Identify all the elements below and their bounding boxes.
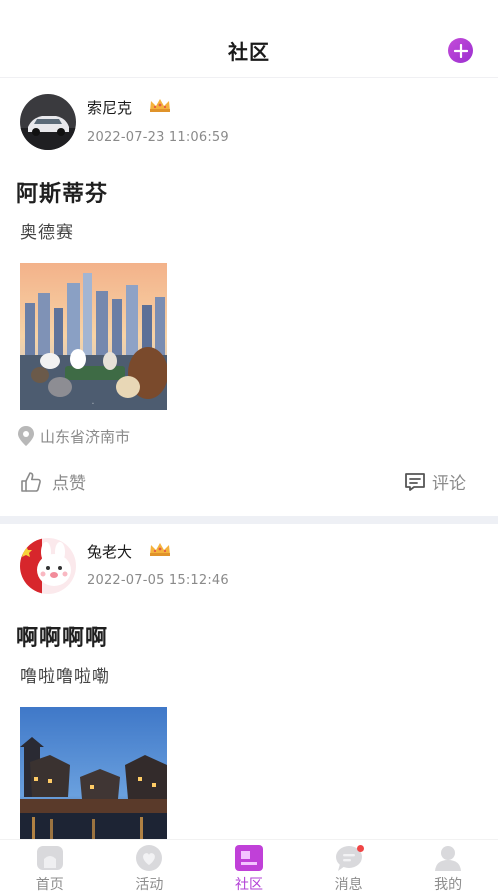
tab-label: 消息 [334, 877, 363, 893]
tab-label: 我的 [434, 877, 463, 893]
username[interactable]: 兔老大 [87, 541, 132, 562]
comment-label: 评论 [432, 474, 466, 494]
community-icon [234, 845, 263, 871]
post-image[interactable]: · [20, 263, 167, 410]
username[interactable]: 索尼克 [87, 97, 132, 118]
profile-icon [435, 846, 462, 871]
post-time: 2022-07-23 11:06:59 [87, 130, 229, 145]
tab-label: 活动 [135, 877, 164, 893]
post-image[interactable] [20, 707, 167, 839]
post-body: 噜啦噜啦嘞 [20, 667, 110, 687]
avatar[interactable] [20, 538, 76, 594]
post-title: 啊啊啊啊 [16, 626, 109, 651]
heart-icon [136, 845, 163, 871]
post-divider [0, 516, 498, 524]
thumbs-up-icon [21, 471, 41, 492]
like-button[interactable]: 点赞 [20, 469, 86, 494]
tab-activity[interactable]: 活动 [100, 840, 200, 894]
tab-messages[interactable]: 消息 [299, 840, 399, 894]
crown-icon [150, 99, 170, 112]
add-post-button[interactable] [448, 38, 473, 63]
post-card[interactable]: 兔老大 2022-07-05 15:12:46 啊啊啊啊 噜啦噜啦嘞 [0, 524, 498, 839]
post-body: 奥德赛 [20, 223, 74, 243]
post-location: 山东省济南市 [16, 425, 130, 447]
top-navbar: 社区 [0, 0, 498, 78]
location-pin-icon [18, 426, 34, 446]
unread-dot [356, 845, 364, 852]
post-card[interactable]: 索尼克 2022-07-23 11:06:59 阿斯蒂芬 奥德赛 · 山东省济南… [0, 79, 498, 516]
comment-button[interactable]: 评论 [404, 469, 466, 494]
tab-home[interactable]: 首页 [0, 840, 100, 894]
post-title: 阿斯蒂芬 [16, 182, 109, 207]
avatar[interactable] [20, 94, 76, 150]
plus-circle-icon [453, 43, 468, 58]
tab-profile[interactable]: 我的 [398, 840, 498, 894]
comment-icon [405, 472, 425, 491]
post-time: 2022-07-05 15:12:46 [87, 573, 229, 588]
post-feed[interactable]: 索尼克 2022-07-23 11:06:59 阿斯蒂芬 奥德赛 · 山东省济南… [0, 79, 498, 839]
bottom-tabbar: 首页 活动 社区 消息 我的 [0, 839, 498, 894]
crown-icon [150, 543, 170, 556]
home-icon [36, 846, 63, 870]
location-text: 山东省济南市 [40, 427, 131, 446]
like-label: 点赞 [52, 474, 86, 494]
tab-label: 社区 [234, 877, 263, 893]
tab-community[interactable]: 社区 [199, 840, 299, 894]
page-title: 社区 [228, 40, 270, 64]
tab-label: 首页 [35, 877, 64, 893]
svg-text:·: · [91, 399, 94, 410]
